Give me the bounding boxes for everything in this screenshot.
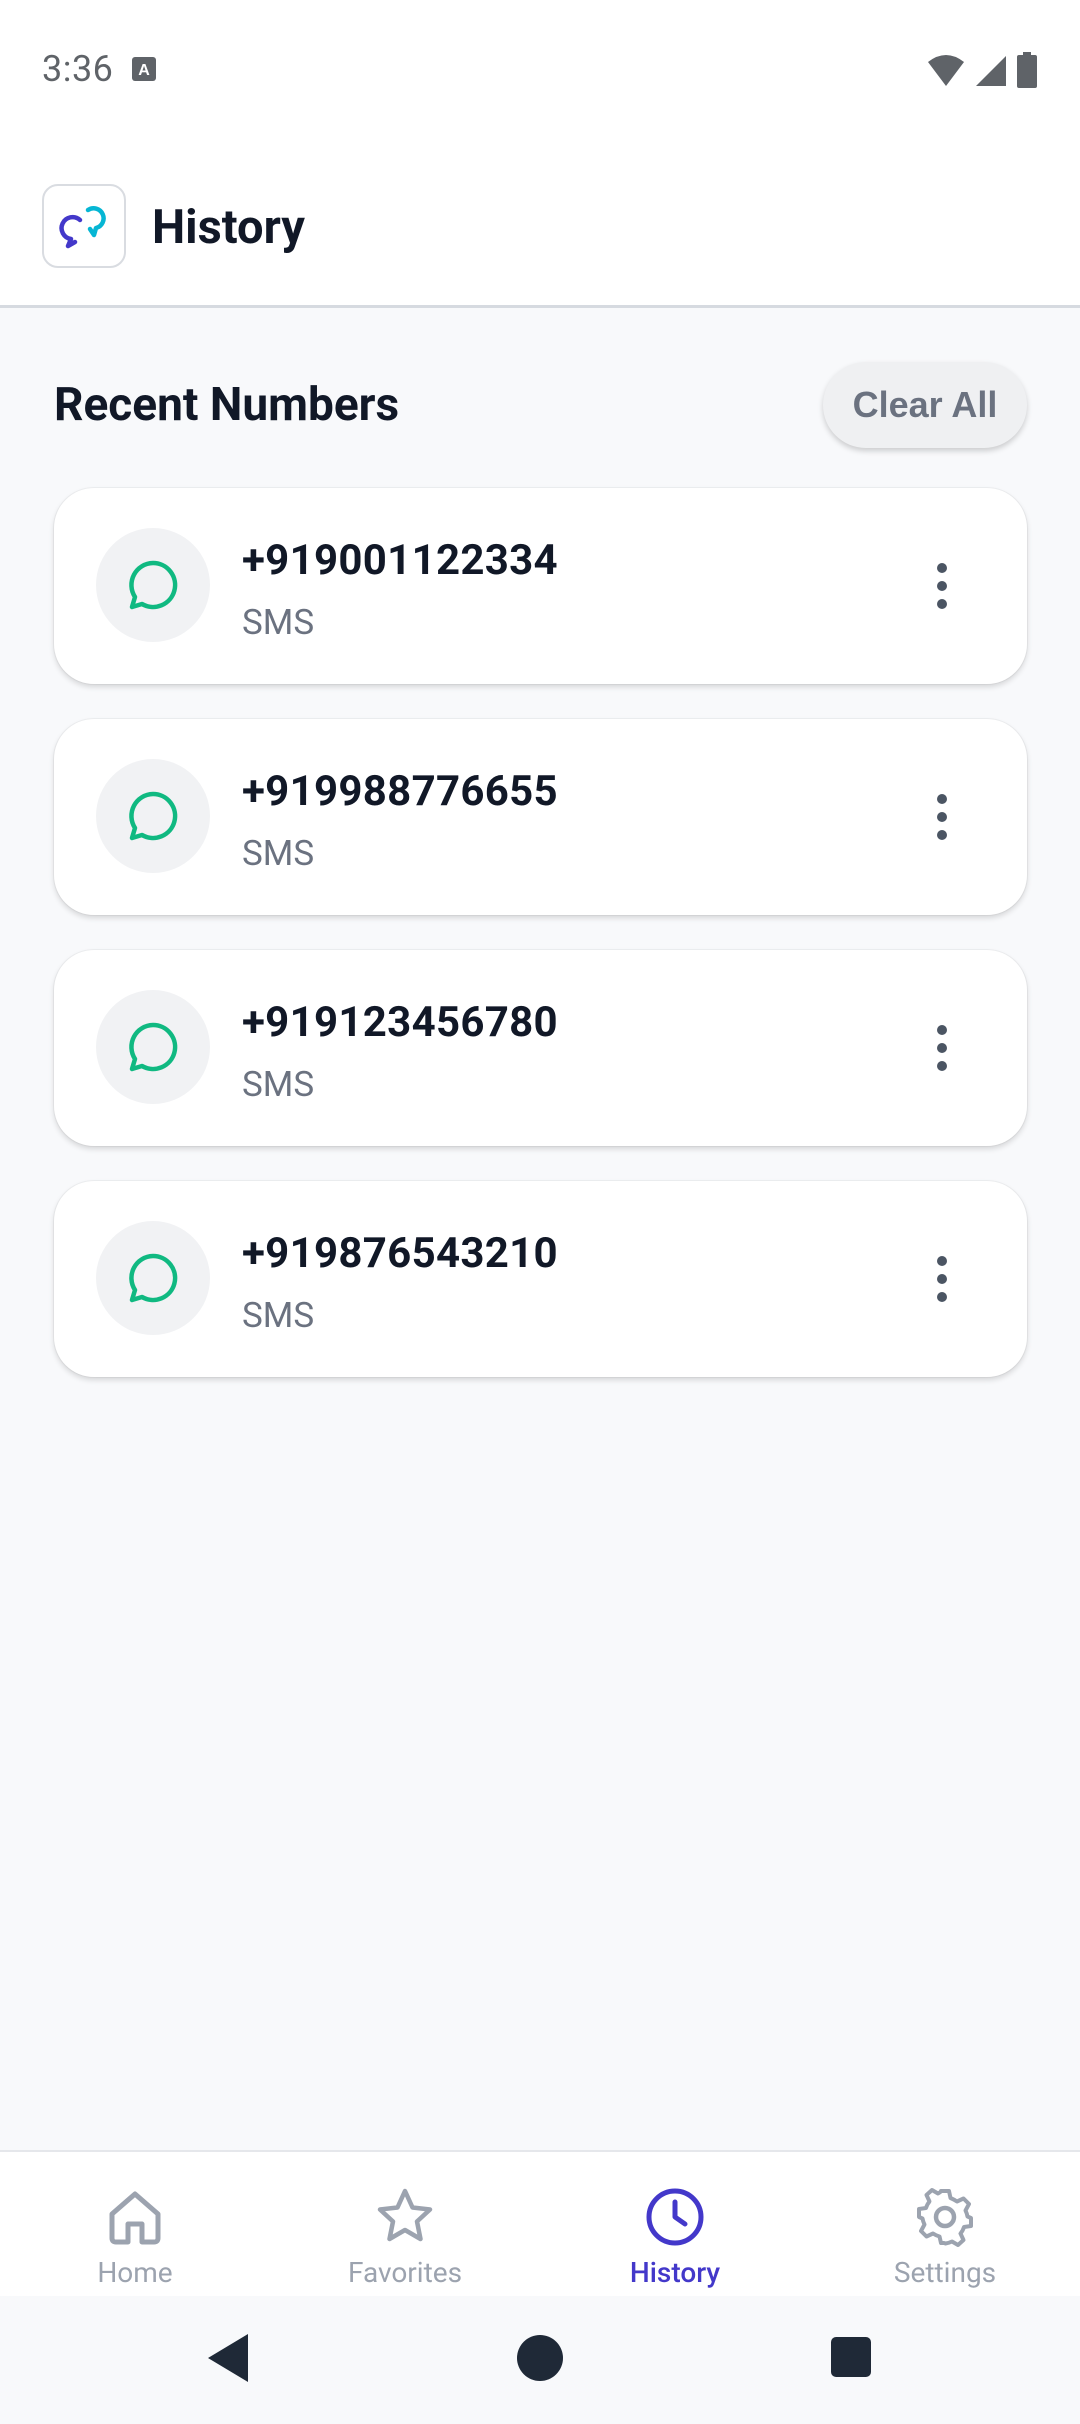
clock-icon	[646, 2188, 704, 2246]
status-icons	[922, 52, 1038, 88]
battery-icon	[1017, 52, 1037, 88]
text-a-icon: A	[132, 57, 156, 81]
chat-bubble-icon	[129, 1253, 178, 1303]
chat-bubble-icon	[129, 1022, 178, 1072]
history-card[interactable]: +919001122334 SMS	[54, 488, 1027, 684]
nav-settings[interactable]: Settings	[810, 2152, 1080, 2298]
nav-label: Favorites	[347, 2256, 463, 2289]
system-nav-bar	[0, 2296, 1080, 2424]
message-type: SMS	[242, 1295, 315, 1336]
app-logo	[42, 184, 126, 268]
history-card[interactable]: +919876543210 SMS	[54, 1181, 1027, 1377]
bottom-nav: Home Favorites History Settings	[0, 2150, 1080, 2296]
app-header: History	[0, 140, 1080, 308]
status-bar: 3:36 A	[0, 0, 1080, 140]
sms-icon-circle	[96, 990, 210, 1104]
svg-text:A: A	[138, 62, 150, 79]
clear-all-button[interactable]: Clear All	[823, 362, 1027, 448]
phone-number: +919001122334	[242, 536, 558, 585]
message-type: SMS	[242, 833, 315, 874]
nav-label: Settings	[893, 2256, 997, 2289]
history-card[interactable]: +919123456780 SMS	[54, 950, 1027, 1146]
sms-icon-circle	[96, 1221, 210, 1335]
sms-icon-circle	[96, 528, 210, 642]
phone-number: +919876543210	[242, 1229, 558, 1278]
nav-label: Home	[97, 2256, 173, 2289]
wifi-icon	[928, 55, 965, 86]
phone-number: +919988776655	[242, 767, 558, 816]
nav-home[interactable]: Home	[0, 2152, 270, 2298]
message-type: SMS	[242, 602, 315, 643]
more-options-button[interactable]	[904, 1241, 980, 1317]
sms-icon-circle	[96, 759, 210, 873]
status-time: 3:36	[42, 48, 114, 90]
message-type: SMS	[242, 1064, 315, 1105]
more-vertical-icon	[937, 1025, 947, 1071]
home-circle-icon[interactable]	[515, 2330, 565, 2386]
more-vertical-icon	[937, 794, 947, 840]
chat-bubble-icon	[129, 791, 178, 841]
gear-icon	[917, 2188, 973, 2247]
more-options-button[interactable]	[904, 1010, 980, 1086]
star-icon	[377, 2188, 433, 2242]
signal-icon	[976, 56, 1007, 86]
more-options-button[interactable]	[904, 779, 980, 855]
phone-number: +919123456780	[242, 998, 558, 1047]
nav-history[interactable]: History	[540, 2152, 810, 2298]
chat-bubbles-logo-icon	[59, 206, 106, 249]
history-card[interactable]: +919988776655 SMS	[54, 719, 1027, 915]
more-vertical-icon	[937, 1256, 947, 1302]
home-icon	[109, 2191, 161, 2245]
recents-square-icon[interactable]	[828, 2330, 874, 2386]
more-options-button[interactable]	[904, 548, 980, 624]
section-title: Recent Numbers	[54, 378, 400, 432]
back-icon[interactable]	[204, 2330, 252, 2386]
nav-favorites[interactable]: Favorites	[270, 2152, 540, 2298]
nav-label: History	[629, 2256, 721, 2289]
more-vertical-icon	[937, 563, 947, 609]
page-title: History	[152, 200, 305, 255]
chat-bubble-icon	[129, 560, 178, 610]
